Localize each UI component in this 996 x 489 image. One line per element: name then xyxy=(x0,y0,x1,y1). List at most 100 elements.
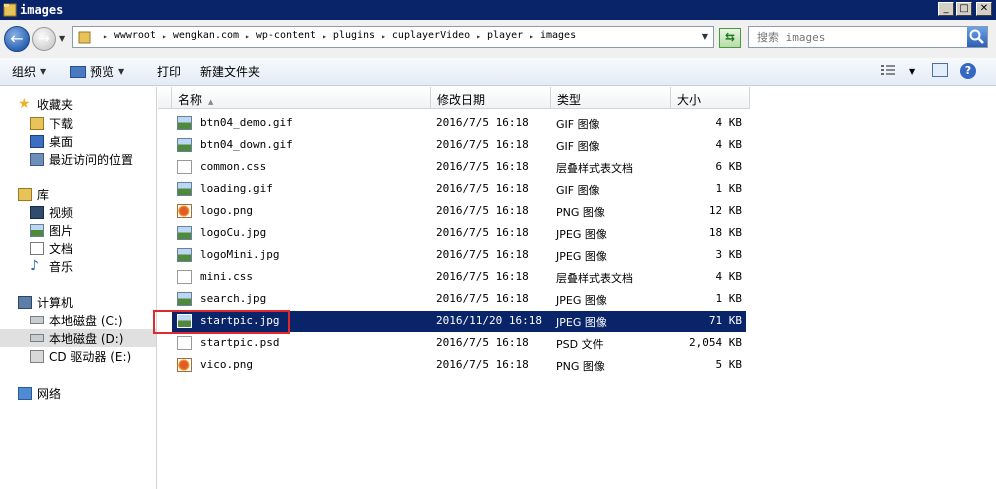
file-name: startpic.psd xyxy=(200,336,280,349)
new-folder-button[interactable]: 新建文件夹 xyxy=(200,63,260,80)
maximize-button[interactable]: □ xyxy=(956,2,972,16)
sidebar-item-libraries[interactable]: 库 xyxy=(18,185,49,203)
table-row[interactable]: btn04_demo.gif 2016/7/5 16:18 GIF 图像 4 KB xyxy=(172,113,746,134)
recent-pages-dropdown[interactable]: ▼ xyxy=(59,34,65,43)
column-header-label: 修改日期 xyxy=(437,93,486,107)
drive-icon xyxy=(30,316,44,324)
table-row[interactable]: mini.css 2016/7/5 16:18 层叠样式表文档 4 KB xyxy=(172,267,746,288)
sidebar-item-downloads[interactable]: 下载 xyxy=(30,114,73,132)
sidebar-item-label: 最近访问的位置 xyxy=(49,152,134,167)
search-input[interactable] xyxy=(757,29,957,45)
sidebar-item-favorites[interactable]: ★ 收藏夹 xyxy=(18,95,73,113)
table-row[interactable]: vico.png 2016/7/5 16:18 PNG 图像 5 KB xyxy=(172,355,746,376)
column-header-label: 大小 xyxy=(677,93,702,107)
file-name: vico.png xyxy=(200,358,253,371)
breadcrumb-item[interactable]: plugins xyxy=(333,30,375,43)
file-type: GIF 图像 xyxy=(556,118,600,131)
breadcrumb-separator-icon[interactable]: ▸ xyxy=(245,30,250,43)
png-icon xyxy=(177,204,192,218)
search-button[interactable] xyxy=(967,27,987,47)
organize-label: 组织 xyxy=(12,65,37,79)
column-header-label: 名称 xyxy=(178,93,203,107)
breadcrumb-separator-icon[interactable]: ▸ xyxy=(529,30,534,43)
preview-menu[interactable]: 预览 ▼ xyxy=(70,63,124,80)
file-name: loading.gif xyxy=(200,182,273,195)
sidebar-item-network[interactable]: 网络 xyxy=(18,384,61,402)
column-header-type[interactable]: 类型 xyxy=(551,87,671,109)
image-icon xyxy=(177,116,192,130)
music-icon: ♪ xyxy=(30,257,39,274)
sidebar-item-videos[interactable]: 视频 xyxy=(30,203,73,221)
sidebar-item-computer[interactable]: 计算机 xyxy=(18,293,73,311)
table-row[interactable]: search.jpg 2016/7/5 16:18 JPEG 图像 1 KB xyxy=(172,289,746,310)
sidebar-item-label: 音乐 xyxy=(49,259,74,274)
sidebar-item-desktop[interactable]: 桌面 xyxy=(30,132,73,150)
forward-button[interactable]: → xyxy=(32,27,56,51)
image-icon xyxy=(177,138,192,152)
breadcrumb-item[interactable]: player xyxy=(487,30,523,43)
file-date: 2016/7/5 16:18 xyxy=(436,226,529,239)
breadcrumb-item[interactable]: wp-content xyxy=(256,30,316,43)
sidebar-item-drive-c[interactable]: 本地磁盘 (C:) xyxy=(30,311,123,329)
file-size: 5 KB xyxy=(715,358,743,371)
new-folder-label: 新建文件夹 xyxy=(200,65,261,79)
breadcrumb-item[interactable]: cuplayerVideo xyxy=(392,30,470,43)
breadcrumb-separator-icon[interactable]: ▸ xyxy=(162,30,167,43)
search-icon xyxy=(969,29,984,44)
column-header-size[interactable]: 大小 xyxy=(671,87,750,109)
sidebar-item-recent[interactable]: 最近访问的位置 xyxy=(30,150,133,168)
address-dropdown-icon[interactable]: ▼ xyxy=(702,32,708,41)
title-bar[interactable]: images _ □ ✕ xyxy=(0,0,996,20)
breadcrumb-separator-icon[interactable]: ▸ xyxy=(381,30,386,43)
table-row[interactable]: logo.png 2016/7/5 16:18 PNG 图像 12 KB xyxy=(172,201,746,222)
breadcrumb-separator-icon[interactable]: ▸ xyxy=(476,30,481,43)
breadcrumb-separator-icon[interactable]: ▸ xyxy=(103,30,108,43)
documents-icon xyxy=(30,241,44,255)
table-row[interactable]: loading.gif 2016/7/5 16:18 GIF 图像 1 KB xyxy=(172,179,746,200)
annotation-highlight xyxy=(153,310,290,334)
document-icon xyxy=(177,270,192,284)
breadcrumb-item[interactable]: wwwroot xyxy=(114,30,156,43)
sidebar-item-label: 收藏夹 xyxy=(37,97,74,112)
view-options-icon[interactable] xyxy=(880,63,896,77)
help-icon[interactable]: ? xyxy=(960,63,976,79)
sidebar-item-music[interactable]: ♪ 音乐 xyxy=(30,257,73,275)
table-row[interactable]: btn04_down.gif 2016/7/5 16:18 GIF 图像 4 KB xyxy=(172,135,746,156)
sidebar-item-drive-d[interactable]: 本地磁盘 (D:) xyxy=(0,329,156,347)
close-button[interactable]: ✕ xyxy=(976,2,992,16)
breadcrumb-separator-icon[interactable]: ▸ xyxy=(322,30,327,43)
file-name: search.jpg xyxy=(200,292,267,305)
video-icon xyxy=(30,205,44,219)
refresh-button[interactable]: ⇆ xyxy=(719,28,741,48)
table-row[interactable]: startpic.psd 2016/7/5 16:18 PSD 文件 2,054 KB xyxy=(172,333,746,354)
organize-menu[interactable]: 组织 ▼ xyxy=(12,63,46,80)
address-bar[interactable]: ▸ wwwroot ▸ wengkan.com ▸ wp-content ▸ plugins ▸… xyxy=(72,26,714,48)
search-box[interactable] xyxy=(748,26,988,48)
png-icon xyxy=(177,358,192,372)
chevron-down-icon[interactable]: ▼ xyxy=(909,67,915,76)
table-row[interactable]: logoMini.jpg 2016/7/5 16:18 JPEG 图像 3 KB xyxy=(172,245,746,266)
breadcrumb-item[interactable]: images xyxy=(540,30,576,43)
table-row[interactable]: logoCu.jpg 2016/7/5 16:18 JPEG 图像 18 KB xyxy=(172,223,746,244)
sidebar-item-drive-e[interactable]: CD 驱动器 (E:) xyxy=(30,347,131,365)
file-type: 层叠样式表文档 xyxy=(556,272,633,285)
breadcrumb-item[interactable]: wengkan.com xyxy=(173,30,239,43)
sidebar-item-pictures[interactable]: 图片 xyxy=(30,221,73,239)
column-header-name[interactable]: 名称 ▲ xyxy=(172,87,431,109)
print-label: 打印 xyxy=(157,65,182,79)
file-size: 1 KB xyxy=(715,292,743,305)
table-row[interactable]: common.css 2016/7/5 16:18 层叠样式表文档 6 KB xyxy=(172,157,746,178)
column-header-date[interactable]: 修改日期 xyxy=(431,87,551,109)
minimize-button[interactable]: _ xyxy=(938,2,954,16)
desktop-icon xyxy=(30,134,44,148)
folder-icon xyxy=(78,31,91,44)
file-type: JPEG 图像 xyxy=(556,250,607,263)
preview-pane-icon[interactable] xyxy=(932,63,948,77)
cd-drive-icon xyxy=(30,349,44,363)
file-date: 2016/11/20 16:18 xyxy=(436,314,542,327)
file-type: GIF 图像 xyxy=(556,184,600,197)
sidebar-item-documents[interactable]: 文档 xyxy=(30,239,73,257)
file-name: mini.css xyxy=(200,270,253,283)
print-button[interactable]: 打印 xyxy=(157,63,181,80)
back-button[interactable]: ← xyxy=(4,26,30,52)
